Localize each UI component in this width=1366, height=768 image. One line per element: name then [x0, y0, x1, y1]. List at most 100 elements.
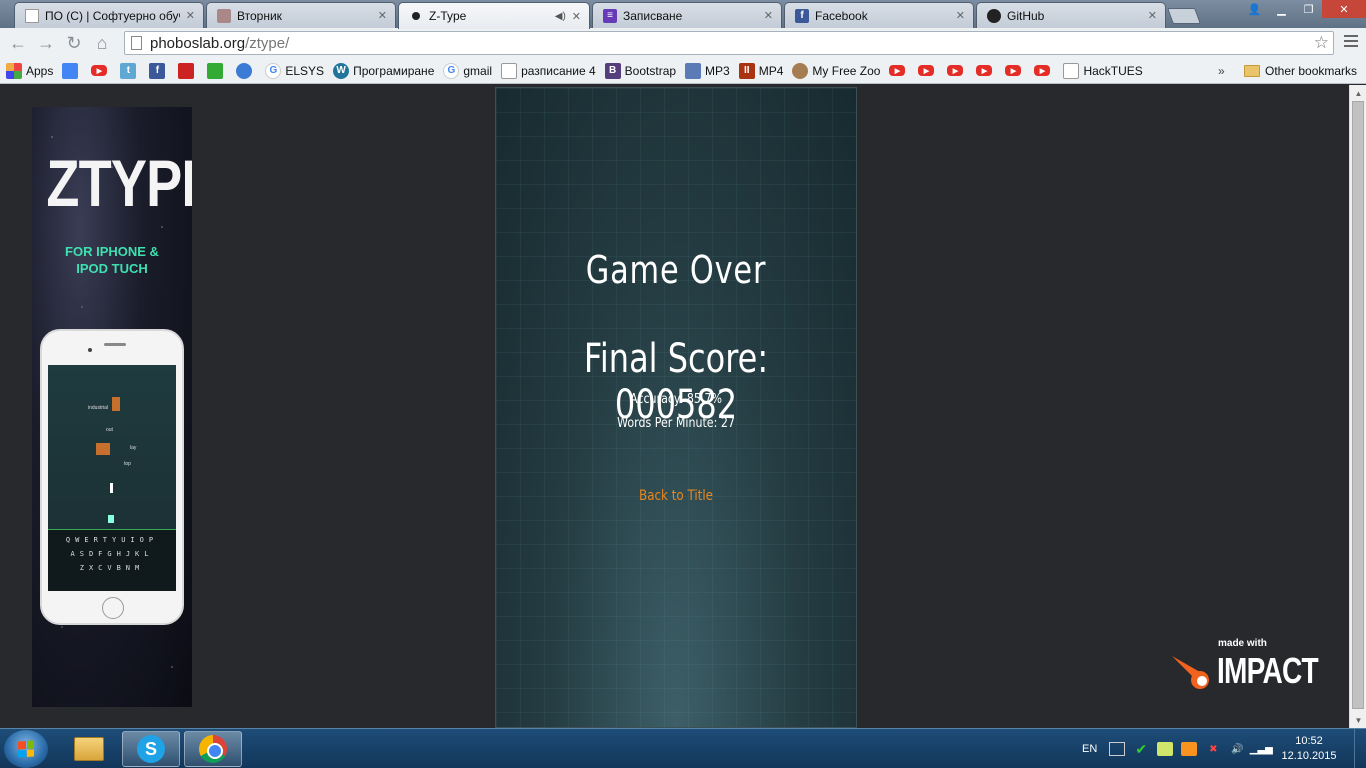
bookmark-my-free-zoo[interactable]: My Free Zoo — [792, 62, 881, 79]
scroll-down-arrow-icon[interactable]: ▼ — [1350, 712, 1366, 728]
other-bookmarks-folder[interactable]: Other bookmarks — [1244, 64, 1357, 78]
bookmark-label: HackTUES — [1083, 63, 1143, 78]
bookmark-globe[interactable] — [236, 62, 256, 79]
tab-vtornik[interactable]: Вторник ✕ — [206, 2, 396, 28]
page-icon — [501, 62, 518, 79]
bookmark-youtube[interactable]: ▶ — [918, 65, 938, 76]
chrome-menu-icon[interactable] — [1344, 35, 1358, 50]
system-clock[interactable]: 10:52 12.10.2015 г. — [1278, 734, 1340, 768]
signal-bars-icon[interactable]: ▁▃▅ — [1250, 742, 1273, 756]
tab-facebook[interactable]: f Facebook ✕ — [784, 2, 974, 28]
enemy-ship-icon — [112, 397, 120, 411]
restore-button[interactable]: ❐ — [1295, 0, 1322, 18]
close-window-button[interactable]: ✕ — [1322, 0, 1366, 18]
bookmark-label: gmail — [463, 63, 493, 78]
ad-subtitle-line1: FOR IPHONE & — [65, 244, 159, 259]
bookmark-drive[interactable] — [62, 62, 82, 79]
bookmark-star-icon[interactable]: ☆ — [1314, 33, 1329, 53]
minimize-button[interactable]: ▁ — [1268, 0, 1295, 18]
user-icon[interactable]: 👤 — [1241, 0, 1268, 18]
phone-camera — [88, 348, 92, 352]
youtube-icon: ▶ — [1034, 65, 1051, 76]
avast-icon[interactable] — [1181, 742, 1198, 756]
evernote-icon[interactable] — [1157, 742, 1174, 756]
new-tab-button[interactable] — [1167, 8, 1201, 24]
bookmark-youtube[interactable]: ▶ — [947, 65, 967, 76]
tab-zapisvane[interactable]: ≡ Записване ✕ — [592, 2, 782, 28]
close-icon[interactable]: ✕ — [1148, 9, 1157, 22]
bookmark-t[interactable]: t — [120, 62, 140, 79]
windows-logo-icon — [18, 740, 34, 758]
tab-ztype[interactable]: Z-Type ◀︎) ✕ — [398, 2, 590, 29]
page-scrollbar[interactable]: ▲ ▼ — [1349, 85, 1366, 728]
t-icon: t — [120, 62, 137, 79]
bookmark-gmail[interactable]: Ggmail — [443, 62, 493, 79]
bookmark-facebook[interactable]: f — [149, 62, 169, 79]
bookmark-youtube[interactable]: ▶ — [91, 65, 111, 76]
bookmark-apps[interactable]: Apps — [6, 62, 54, 79]
checkmark-icon[interactable]: ✔ — [1133, 741, 1149, 757]
more-bookmarks-chevron[interactable]: » — [1218, 64, 1225, 78]
close-icon[interactable]: ✕ — [956, 9, 965, 22]
tab-github[interactable]: GitHub ✕ — [976, 2, 1166, 28]
address-bar[interactable]: phoboslab.org/ztype/ ☆ — [124, 31, 1334, 55]
facebook-icon: f — [795, 8, 809, 23]
red-mountain-icon — [178, 62, 195, 79]
window-controls: 👤 ▁ ❐ ✕ — [1241, 0, 1366, 18]
bookmark-label: ELSYS — [285, 63, 325, 78]
bookmark-youtube[interactable]: ▶ — [1034, 65, 1054, 76]
bookmark-youtube[interactable]: ▶ — [1005, 65, 1025, 76]
home-icon[interactable]: ⌂ — [88, 29, 116, 57]
show-desktop-button[interactable] — [1354, 729, 1366, 768]
bookmark-youtube[interactable]: ▶ — [889, 65, 909, 76]
tab-label: GitHub — [1007, 8, 1045, 23]
start-button[interactable] — [4, 730, 48, 768]
bookmark-label: MP4 — [758, 63, 784, 78]
volume-icon[interactable]: 🔊 — [1229, 742, 1245, 756]
bookmark-разписание-4[interactable]: разписание 4 — [501, 62, 596, 79]
close-icon[interactable]: ✕ — [572, 10, 581, 23]
impact-logo[interactable]: made with IMPACT — [1168, 638, 1320, 698]
language-indicator[interactable]: EN — [1082, 743, 1097, 755]
bookmark-hacktues[interactable]: HackTUES — [1063, 62, 1143, 79]
back-arrow-icon[interactable]: ← — [4, 29, 32, 57]
bookmark-bootstrap[interactable]: B Bootstrap — [604, 62, 676, 79]
bookmark-mp3[interactable]: MP3 — [685, 62, 730, 79]
game-canvas[interactable]: Game Over Final Score: 000582 Accuracy: … — [495, 87, 857, 728]
bookmark-elsys[interactable]: G ELSYS — [265, 62, 325, 79]
bookmark-youtube[interactable]: ▶ — [976, 65, 996, 76]
scroll-up-arrow-icon[interactable]: ▲ — [1350, 85, 1366, 101]
bookmark-label: My Free Zoo — [812, 63, 881, 78]
keyboard-icon[interactable] — [1109, 742, 1126, 756]
bookmark-mp4[interactable]: II MP4 — [738, 62, 784, 79]
taskbar-skype[interactable]: S — [122, 731, 180, 767]
tab-software[interactable]: ПО (С) | Софтуерно обуч ✕ — [14, 2, 204, 28]
taskbar-explorer[interactable] — [60, 731, 118, 767]
screen-word: out — [106, 427, 113, 433]
bookmark-red-mountain[interactable] — [178, 62, 198, 79]
bookmark-label: Програмиране — [353, 63, 435, 78]
ztype-ad-banner[interactable]: ZTYPE FOR IPHONE & IPOD TUCH industrial … — [32, 107, 192, 707]
network-warning-icon[interactable]: ✖ — [1205, 742, 1221, 756]
close-icon[interactable]: ✕ — [764, 9, 773, 22]
back-to-title-link[interactable]: Back to Title — [523, 488, 829, 504]
taskbar-chrome[interactable] — [184, 731, 242, 767]
ztype-dot-icon — [409, 9, 423, 23]
bookmark-home[interactable] — [207, 62, 227, 79]
ad-title: ZTYPE — [46, 146, 192, 220]
close-icon[interactable]: ✕ — [186, 9, 195, 22]
tab-label: Записване — [623, 8, 683, 23]
page-icon — [131, 36, 142, 50]
game-over-heading: Game Over — [585, 248, 767, 292]
scrollbar-thumb[interactable] — [1352, 101, 1364, 709]
speaker-icon[interactable]: ◀︎) — [555, 11, 566, 22]
close-icon[interactable]: ✕ — [378, 9, 387, 22]
tab-label: Facebook — [815, 8, 868, 23]
phone-keyboard: QWERTYUIOP ASDFGHJKL ZXCVBNM — [48, 529, 176, 591]
bookmark-label: Apps — [26, 63, 54, 78]
forward-arrow-icon[interactable]: → — [32, 29, 60, 57]
bookmark-програмиране[interactable]: W Програмиране — [333, 62, 435, 79]
folder-icon — [1244, 64, 1260, 77]
bootstrap-icon: B — [604, 62, 621, 79]
reload-icon[interactable]: ↻ — [60, 29, 88, 57]
